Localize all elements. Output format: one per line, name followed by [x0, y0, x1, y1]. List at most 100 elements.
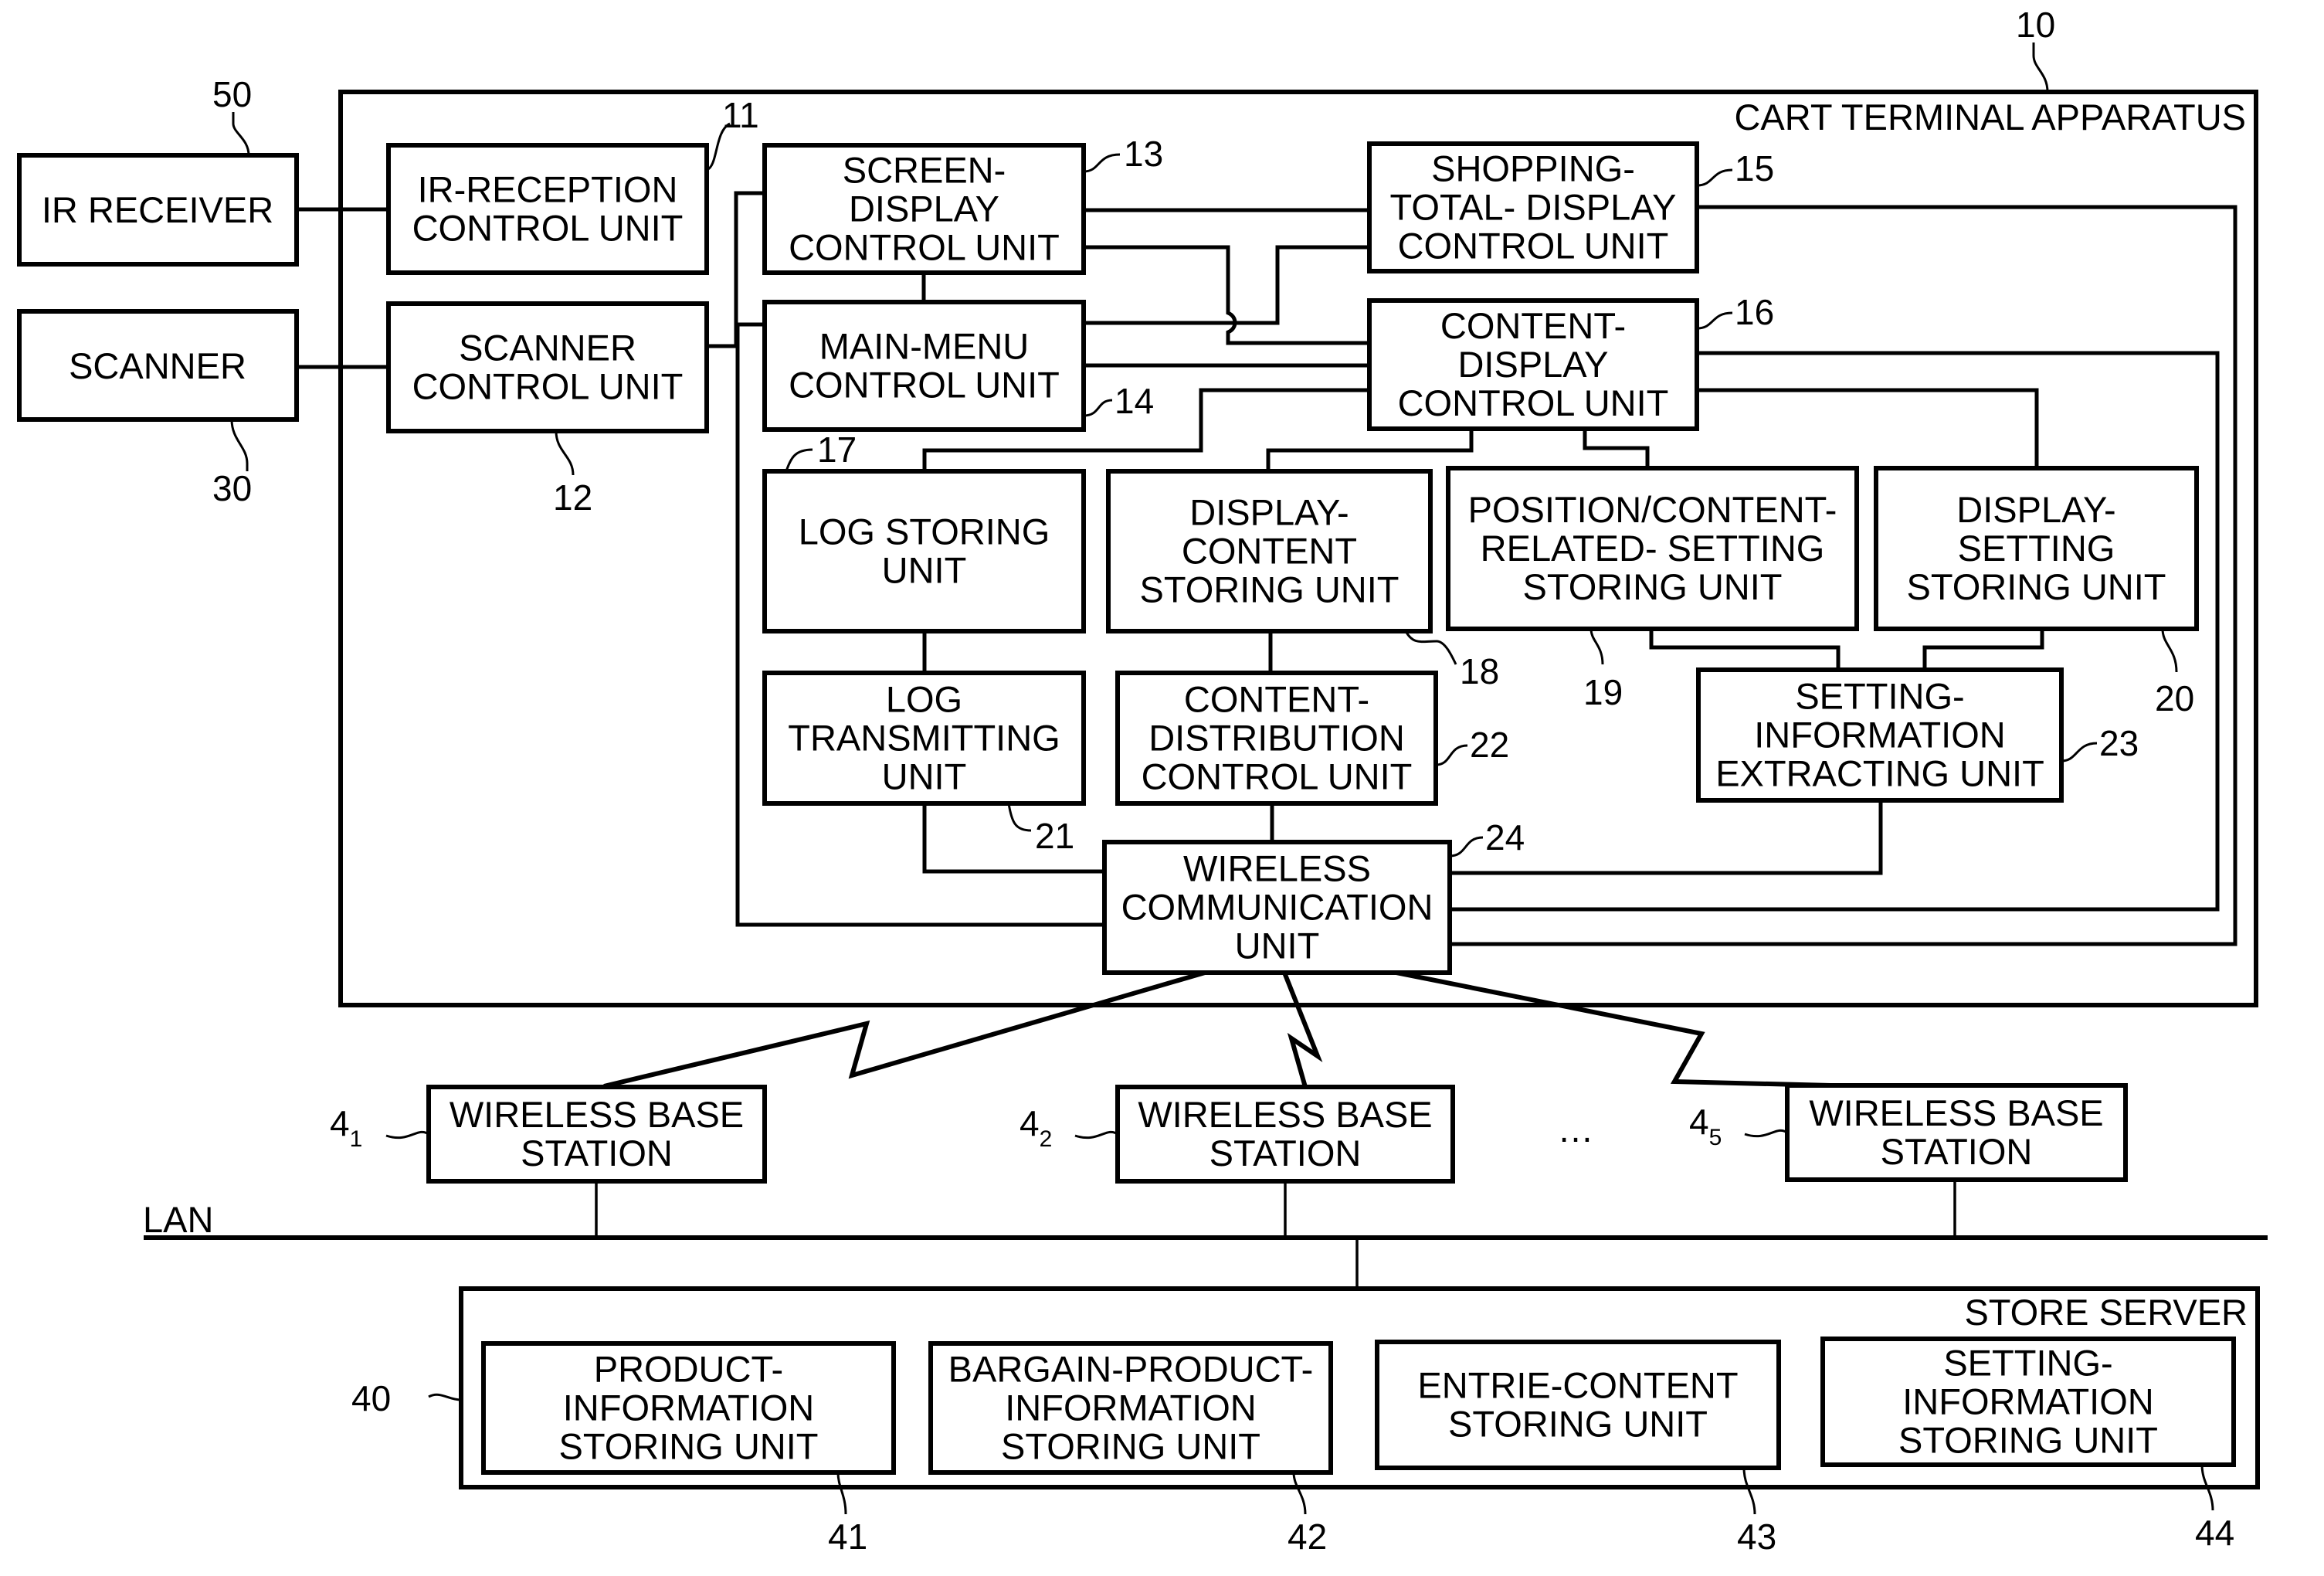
- ref-leader-23: [2061, 742, 2098, 763]
- ref-label-19: 19: [1583, 672, 1623, 712]
- ref-label-42: 42: [1288, 1517, 1327, 1557]
- position-content-related-setting-storing-label-line: RELATED- SETTING: [1481, 528, 1825, 569]
- scanner-block: SCANNER: [17, 309, 299, 422]
- position-content-related-setting-storing-label-line: POSITION/CONTENT-: [1468, 489, 1837, 530]
- ref-label-41: 41: [828, 1517, 867, 1557]
- ref-label-23: 23: [2099, 723, 2139, 763]
- ref-label-20: 20: [2155, 678, 2194, 718]
- ref-leader-40: [428, 1393, 462, 1401]
- ref-label-43: 43: [1737, 1517, 1776, 1557]
- base-station-3-block: WIRELESS BASESTATION 45: [1689, 1083, 2128, 1238]
- wireless-links: [603, 970, 1831, 1089]
- scanner-control-block: SCANNERCONTROL UNIT 12: [386, 301, 709, 518]
- main-menu-control-label-line: MAIN-MENU: [819, 326, 1030, 367]
- ir-receiver-block: IR RECEIVER: [17, 153, 299, 267]
- cart-terminal-title: CART TERMINAL APPARATUS: [1734, 97, 2246, 138]
- content-display-control-label-line: CONTROL UNIT: [1398, 382, 1669, 423]
- ref-label-21: 21: [1035, 816, 1074, 856]
- wireless-link-1: [603, 970, 1206, 1089]
- server-unit-41-label-line: PRODUCT-: [594, 1349, 783, 1390]
- wire-content-display-to-display-content: [1266, 429, 1474, 471]
- base-station-ellipsis: …: [1558, 1109, 1594, 1150]
- setting-information-extracting-label-line: SETTING-: [1795, 676, 1964, 717]
- block-diagram: CART TERMINAL APPARATUS 10 IR RECEIVER 5…: [17, 5, 2268, 1557]
- ref-label-10: 10: [2016, 5, 2055, 45]
- wire-content-display-to-display-setting: [1697, 388, 2039, 468]
- ref-label-4: 41: [330, 1103, 362, 1152]
- content-distribution-control-label-line: CONTENT-: [1184, 679, 1369, 720]
- server-unit-41-label-line: STORING UNIT: [559, 1426, 819, 1467]
- setting-information-extracting-label-line: INFORMATION: [1754, 715, 2006, 756]
- ref-subscript: 2: [1040, 1126, 1053, 1152]
- server-units-layer: PRODUCT-INFORMATIONSTORING UNIT41BARGAIN…: [481, 1337, 2236, 1557]
- ref-label-16: 16: [1735, 292, 1774, 332]
- ref-label-12: 12: [553, 477, 592, 518]
- store-server-title: STORE SERVER: [1964, 1292, 2248, 1333]
- server-unit-44-label-line: SETTING-: [1943, 1343, 2112, 1384]
- setting-information-extracting-label-line: EXTRACTING UNIT: [1715, 753, 2044, 794]
- server-unit-41-label-line: INFORMATION: [563, 1387, 815, 1428]
- log-transmitting-label-line: TRANSMITTING: [788, 718, 1060, 759]
- server-unit-43-block: ENTRIE-CONTENTSTORING UNIT 43: [1375, 1340, 1781, 1557]
- ref-label-40: 40: [351, 1378, 391, 1418]
- base-station-1-block: WIRELESS BASESTATION 41: [330, 1085, 767, 1238]
- ref-leader-4: [385, 1130, 429, 1140]
- ref-subscript: 5: [1709, 1125, 1722, 1150]
- ref-label-44: 44: [2195, 1513, 2234, 1553]
- ref-leader-43: [1742, 1467, 1756, 1515]
- display-setting-storing-label-line: DISPLAY-: [1956, 489, 2115, 530]
- ir-receiver-label: IR RECEIVER: [42, 189, 273, 230]
- ref-label-30: 30: [212, 468, 252, 508]
- ref-leader-12: [555, 430, 575, 476]
- ref-leader-14: [1083, 399, 1113, 417]
- ref-leader-4: [1744, 1129, 1788, 1138]
- server-unit-42-label-line: INFORMATION: [1005, 1387, 1257, 1428]
- content-distribution-control-label-line: CONTROL UNIT: [1142, 756, 1413, 797]
- ref-label-50: 50: [212, 74, 252, 114]
- wireless-communication-label-line: WIRELESS: [1183, 848, 1371, 889]
- shopping-total-display-control-label-line: CONTROL UNIT: [1398, 226, 1669, 267]
- shopping-total-display-control-label-line: TOTAL- DISPLAY: [1390, 187, 1677, 228]
- server-unit-41-block: PRODUCT-INFORMATIONSTORING UNIT 41: [481, 1341, 896, 1557]
- ref-leader-30: [230, 419, 249, 471]
- ref-label-24: 24: [1485, 817, 1525, 858]
- server-unit-43-label-line: ENTRIE-CONTENT: [1417, 1365, 1738, 1406]
- ref-leader-21: [1007, 803, 1032, 832]
- screen-display-control-label-line: CONTROL UNIT: [789, 227, 1060, 268]
- log-transmitting-label-line: LOG: [886, 679, 962, 720]
- ref-label-18: 18: [1460, 651, 1499, 691]
- ref-leader-22: [1435, 744, 1468, 766]
- log-storing-label-line: UNIT: [882, 550, 967, 591]
- server-unit-42-block: BARGAIN-PRODUCT-INFORMATIONSTORING UNIT 4…: [928, 1341, 1333, 1557]
- display-content-storing-label-line: STORING UNIT: [1140, 569, 1399, 610]
- content-display-control-label-line: CONTENT-: [1440, 305, 1626, 346]
- ref-leader-41: [836, 1472, 847, 1515]
- display-setting-storing-label-line: STORING UNIT: [1907, 566, 2166, 607]
- ref-subscript: 1: [350, 1126, 363, 1152]
- wireless-communication-block: WIRELESSCOMMUNICATIONUNIT 24: [1102, 817, 1525, 975]
- scanner-label: SCANNER: [69, 345, 246, 386]
- server-unit-42-label-line: BARGAIN-PRODUCT-: [948, 1349, 1314, 1390]
- display-setting-storing-label-line: SETTING: [1958, 528, 2115, 569]
- ref-leader-20: [2161, 628, 2178, 673]
- wire-screen-display-to-content-display: [1084, 245, 1369, 345]
- wireless-communication-label-line: COMMUNICATION: [1121, 887, 1433, 928]
- wire-position-storing-to-setting-extract: [1649, 629, 1841, 670]
- ref-leader-19: [1589, 628, 1604, 665]
- base-station-1-label-line: WIRELESS BASE: [450, 1094, 744, 1135]
- ref-label-4: 45: [1689, 1102, 1722, 1150]
- display-content-storing-label-line: DISPLAY-: [1189, 492, 1349, 533]
- ref-label-4: 42: [1020, 1103, 1052, 1152]
- ref-leader-16: [1696, 311, 1733, 330]
- base-station-2-block: WIRELESS BASESTATION 42: [1020, 1085, 1455, 1238]
- ref-label-17: 17: [817, 430, 857, 470]
- lan-label: LAN: [143, 1199, 213, 1240]
- screen-display-control-label-line: SCREEN-: [843, 150, 1006, 191]
- server-unit-43-label-line: STORING UNIT: [1448, 1404, 1708, 1445]
- content-display-control-block: CONTENT-DISPLAYCONTROL UNIT 16: [1367, 292, 1774, 431]
- ref-leader-10: [2032, 42, 2049, 93]
- position-content-related-setting-storing-label-line: STORING UNIT: [1523, 566, 1783, 607]
- ref-leader-50: [232, 112, 250, 156]
- ref-leader-18: [1404, 630, 1457, 665]
- ir-reception-control-label-line: CONTROL UNIT: [412, 208, 684, 249]
